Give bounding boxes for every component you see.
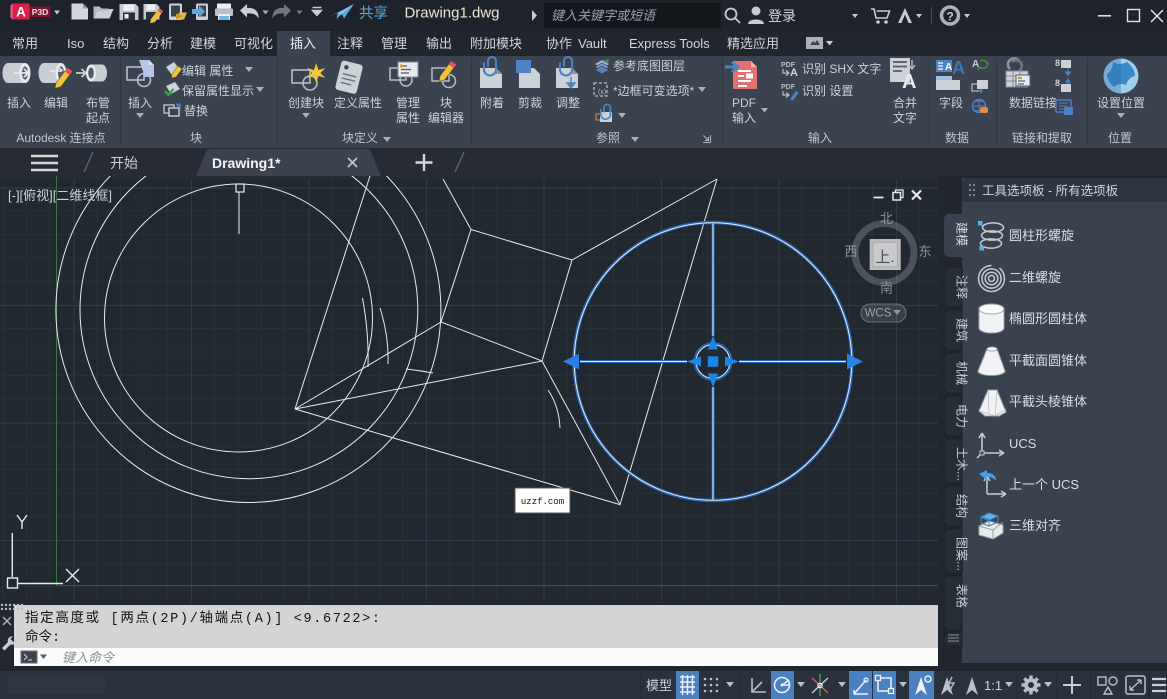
svg-text:8: 8 xyxy=(1055,78,1060,88)
svg-text:A: A xyxy=(902,71,916,93)
svg-text:识别 设置: 识别 设置 xyxy=(802,84,853,98)
svg-text:电力: 电力 xyxy=(955,404,969,428)
svg-text:定义属性: 定义属性 xyxy=(334,95,382,110)
svg-text:上一个 UCS: 上一个 UCS xyxy=(1009,477,1079,492)
svg-text:参考底图图层: 参考底图图层 xyxy=(613,58,685,73)
svg-text:插入: 插入 xyxy=(7,96,31,110)
svg-text:三维对齐: 三维对齐 xyxy=(1009,518,1061,533)
svg-text:土木...: 土木... xyxy=(955,447,969,481)
svg-text:注释: 注释 xyxy=(955,275,970,299)
svg-text:PDF: PDF xyxy=(732,96,756,110)
svg-text:附加模块: 附加模块 xyxy=(470,36,522,51)
svg-text:位置: 位置 xyxy=(1108,130,1132,145)
svg-text:二维螺旋: 二维螺旋 xyxy=(1009,270,1061,285)
svg-text:1:1: 1:1 xyxy=(984,678,1002,693)
svg-text:?: ? xyxy=(946,10,953,24)
svg-text:北: 北 xyxy=(880,211,893,226)
svg-text:数据链接: 数据链接 xyxy=(1009,95,1057,110)
svg-text:uzzf.com: uzzf.com xyxy=(521,497,564,507)
svg-text:合并: 合并 xyxy=(893,95,917,110)
svg-text:Vault: Vault xyxy=(578,36,607,51)
svg-text:调整: 调整 xyxy=(556,95,580,110)
svg-text:西: 西 xyxy=(844,244,857,259)
svg-text:共享: 共享 xyxy=(359,5,388,22)
svg-text:附着: 附着 xyxy=(480,95,504,110)
svg-text:椭圆形圆柱体: 椭圆形圆柱体 xyxy=(1009,311,1087,326)
svg-text:(x): (x) xyxy=(598,89,606,96)
svg-text:插入: 插入 xyxy=(128,96,152,110)
svg-text:Drawing1.dwg: Drawing1.dwg xyxy=(404,5,499,22)
svg-text:块定义: 块定义 xyxy=(342,130,378,145)
svg-text:输入: 输入 xyxy=(808,130,832,145)
svg-text:A: A xyxy=(16,5,26,20)
svg-text:圆柱形螺旋: 圆柱形螺旋 xyxy=(1009,228,1074,243)
svg-text:常用: 常用 xyxy=(12,36,38,51)
svg-text:Iso: Iso xyxy=(67,36,84,51)
svg-text:可视化: 可视化 xyxy=(234,36,273,51)
svg-text:设置位置: 设置位置 xyxy=(1097,95,1145,110)
svg-text:开始: 开始 xyxy=(110,155,138,171)
svg-text:属性: 属性 xyxy=(396,111,420,125)
svg-text:链接和提取: 链接和提取 xyxy=(1012,130,1072,145)
svg-text:A: A xyxy=(790,67,798,79)
svg-text:注释: 注释 xyxy=(337,36,363,51)
svg-text:块: 块 xyxy=(190,131,202,145)
svg-text:模型: 模型 xyxy=(646,678,672,693)
svg-text:南: 南 xyxy=(880,281,893,296)
svg-text:[-][俯视][二维线框]: [-][俯视][二维线框] xyxy=(8,188,112,203)
svg-text:指定高度或 [两点(2P)/轴端点(A)] <9.6722>: 指定高度或 [两点(2P)/轴端点(A)] <9.6722>: xyxy=(25,609,380,627)
svg-text:Drawing1*: Drawing1* xyxy=(212,155,281,171)
svg-text:键入关键字或短语: 键入关键字或短语 xyxy=(551,8,657,23)
svg-text:机械: 机械 xyxy=(955,361,970,385)
svg-text:字段: 字段 xyxy=(939,95,963,110)
svg-text:工具选项板 - 所有选项板: 工具选项板 - 所有选项板 xyxy=(982,184,1119,198)
svg-text:输出: 输出 xyxy=(426,36,452,51)
svg-text:平截面圆锥体: 平截面圆锥体 xyxy=(1009,353,1087,368)
svg-text:东: 东 xyxy=(918,244,931,259)
svg-text:结构: 结构 xyxy=(103,36,129,51)
svg-text:P3D: P3D xyxy=(32,7,49,17)
svg-text:精选应用: 精选应用 xyxy=(727,36,779,51)
svg-text:管理: 管理 xyxy=(381,36,407,51)
svg-text:命令:: 命令: xyxy=(25,628,60,646)
svg-text:图案...: 图案... xyxy=(955,537,970,571)
svg-text:建模: 建模 xyxy=(955,222,969,246)
svg-text:WCS: WCS xyxy=(865,308,892,320)
svg-text:参照: 参照 xyxy=(596,130,620,145)
svg-text:保留属性显示: 保留属性显示 xyxy=(182,84,254,98)
svg-text:编辑 属性: 编辑 属性 xyxy=(182,63,233,78)
svg-text:剪裁: 剪裁 xyxy=(518,95,542,110)
svg-text:块: 块 xyxy=(440,96,452,110)
svg-text:A: A xyxy=(952,58,965,78)
svg-text:替换: 替换 xyxy=(184,104,208,118)
svg-text:起点: 起点 xyxy=(86,111,110,125)
svg-text:识别 SHX 文字: 识别 SHX 文字 xyxy=(802,61,881,76)
svg-text:PDF: PDF xyxy=(781,84,796,91)
svg-text:创建块: 创建块 xyxy=(288,96,324,110)
svg-text:输入: 输入 xyxy=(732,110,756,125)
svg-text:建筑: 建筑 xyxy=(955,318,970,342)
svg-text:Autodesk 连接点: Autodesk 连接点 xyxy=(16,130,105,145)
svg-text:插入: 插入 xyxy=(290,36,316,51)
svg-text:平截头棱锥体: 平截头棱锥体 xyxy=(1009,394,1087,409)
svg-text:*边框可变选项*: *边框可变选项* xyxy=(613,83,695,98)
svg-text:建模: 建模 xyxy=(190,36,216,51)
svg-text:数据: 数据 xyxy=(945,130,969,145)
svg-text:上.: 上. xyxy=(875,249,894,266)
svg-text:表格: 表格 xyxy=(955,584,970,608)
svg-text:8: 8 xyxy=(1055,58,1060,68)
svg-text:编辑器: 编辑器 xyxy=(428,110,464,125)
svg-text:文字: 文字 xyxy=(893,110,917,125)
svg-text:编辑: 编辑 xyxy=(44,95,68,110)
svg-text:结构: 结构 xyxy=(955,494,970,518)
svg-text:布管: 布管 xyxy=(86,95,110,110)
svg-text:UCS: UCS xyxy=(1009,436,1037,451)
svg-text:登录: 登录 xyxy=(768,8,796,24)
svg-text:协作: 协作 xyxy=(546,36,572,51)
svg-text:Express Tools: Express Tools xyxy=(629,36,710,51)
svg-text:分析: 分析 xyxy=(147,36,173,51)
svg-text:管理: 管理 xyxy=(396,95,420,110)
svg-text:键入命令: 键入命令 xyxy=(62,650,116,665)
